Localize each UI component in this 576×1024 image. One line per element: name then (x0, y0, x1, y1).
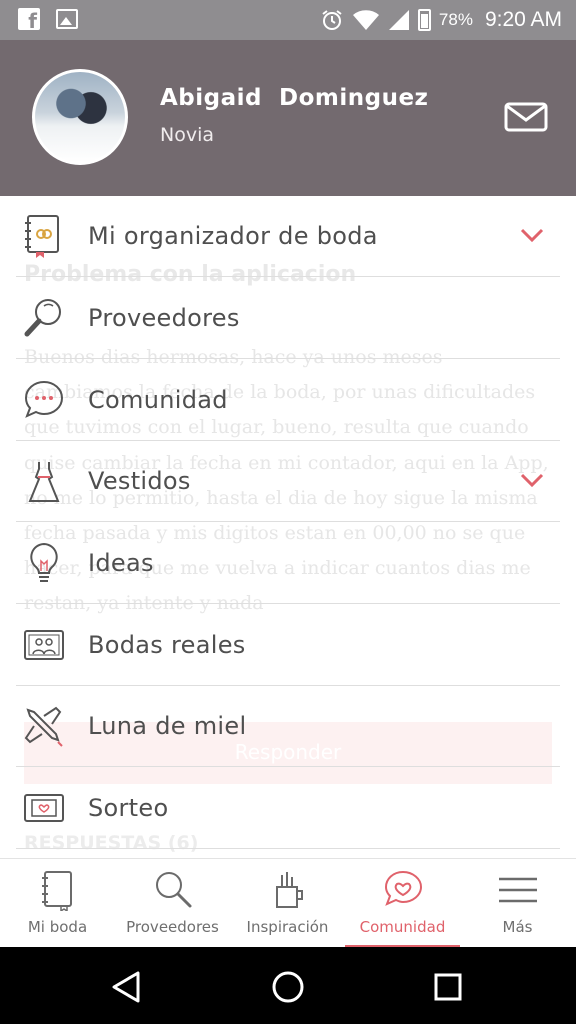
menu-item-ideas[interactable]: Ideas (0, 523, 576, 604)
magnifier-icon (24, 299, 61, 337)
search-icon (156, 872, 192, 908)
menu-item-label: Comunidad (88, 386, 228, 414)
divider (16, 603, 560, 604)
menu-item-organizer[interactable]: Mi organizador de boda (0, 196, 576, 277)
dress-icon (28, 462, 60, 502)
chevron-down-icon[interactable] (518, 471, 546, 489)
wifi-icon (352, 10, 379, 30)
user-first-name: Abigaid (160, 85, 262, 111)
user-last-name: Dominguez (279, 85, 429, 111)
tab-label: Más (502, 918, 533, 936)
tab-comunidad[interactable]: Comunidad (345, 859, 460, 948)
divider (16, 358, 560, 359)
recents-icon[interactable] (426, 965, 470, 1009)
clock: 9:20 AM (484, 8, 562, 31)
user-role: Novia (160, 124, 215, 146)
tab-mi-boda[interactable]: Mi boda (0, 859, 115, 948)
menu-item-label: Vestidos (88, 467, 191, 495)
tab-mas[interactable]: Más (460, 859, 575, 948)
menu-item-label: Proveedores (88, 304, 240, 332)
user-name: Abigaid Dominguez (160, 85, 428, 111)
chat-bubble-icon (24, 380, 64, 418)
avatar[interactable] (32, 69, 128, 165)
divider (16, 848, 560, 849)
menu-item-dresses[interactable]: Vestidos (0, 441, 576, 522)
hamburger-icon (499, 877, 537, 903)
divider (16, 766, 560, 767)
tab-inspiracion[interactable]: Inspiración (230, 859, 345, 948)
divider (16, 276, 560, 277)
heart-chat-icon (384, 870, 423, 906)
home-icon[interactable] (266, 965, 310, 1009)
tab-label: Inspiración (246, 918, 329, 936)
menu-item-label: Bodas reales (88, 631, 246, 659)
menu-item-community[interactable]: Comunidad (0, 360, 576, 441)
menu-item-label: Ideas (88, 549, 154, 577)
lightbulb-icon (30, 542, 58, 582)
system-navigation-bar (0, 947, 576, 1024)
alarm-icon (322, 10, 342, 30)
status-bar: f 78% 9:20 AM (0, 0, 576, 40)
couple-photo-icon (24, 630, 64, 660)
ticket-icon (24, 794, 64, 822)
tab-label: Proveedores (126, 918, 219, 936)
divider (16, 521, 560, 522)
menu-item-vendors[interactable]: Proveedores (0, 278, 576, 359)
signal-icon (388, 10, 409, 30)
planner-book-icon (25, 215, 59, 258)
back-icon[interactable] (106, 965, 150, 1009)
battery-icon (417, 9, 431, 31)
mail-icon[interactable] (503, 100, 551, 136)
chevron-down-icon[interactable] (518, 226, 546, 244)
tab-label: Mi boda (27, 918, 88, 936)
drawer-header: Abigaid Dominguez Novia (0, 40, 576, 196)
menu-item-honeymoon[interactable]: Luna de miel (0, 686, 576, 767)
menu-item-real-weddings[interactable]: Bodas reales (0, 605, 576, 686)
notebook-icon (42, 871, 72, 911)
menu-item-label: Sorteo (88, 794, 169, 822)
menu-item-raffle[interactable]: Sorteo (0, 768, 576, 849)
menu-item-label: Mi organizador de boda (88, 222, 378, 250)
pencil-cup-icon (276, 872, 303, 908)
tab-label: Comunidad (359, 918, 446, 936)
battery-percent: 78% (438, 10, 473, 29)
image-icon (56, 9, 78, 29)
bottom-navigation: Mi boda Proveedores Inspiración Comunida… (0, 858, 576, 948)
tab-proveedores[interactable]: Proveedores (115, 859, 230, 948)
facebook-icon: f (18, 8, 40, 30)
plane-icon (24, 706, 63, 747)
menu-item-label: Luna de miel (88, 712, 247, 740)
